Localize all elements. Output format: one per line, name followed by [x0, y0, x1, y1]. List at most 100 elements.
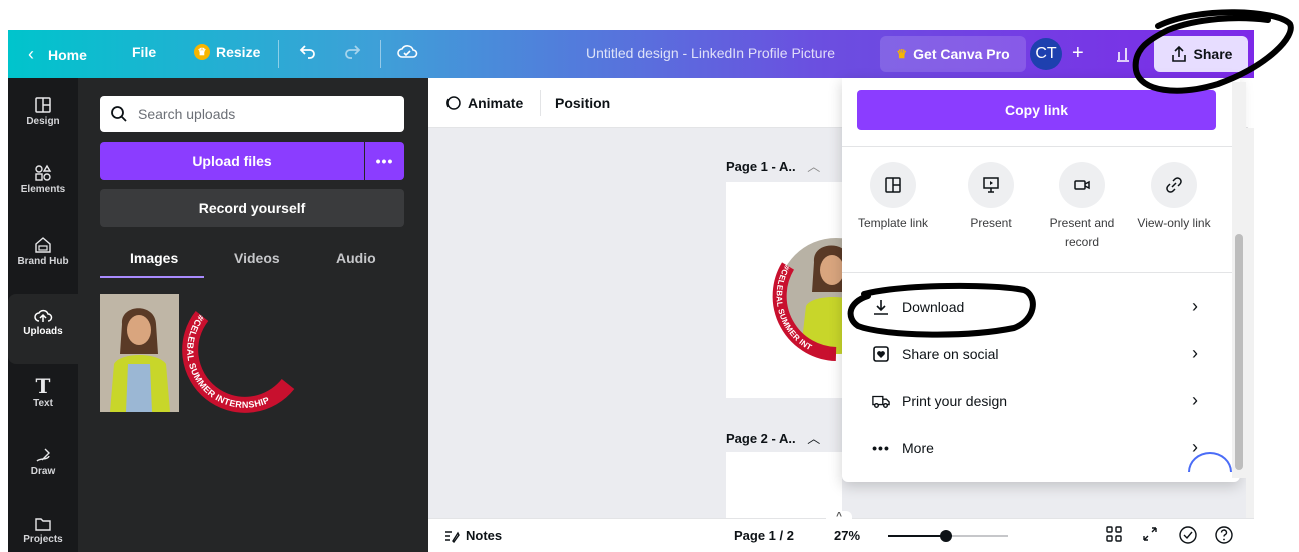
redo-button[interactable]	[342, 41, 362, 61]
zoom-slider-handle[interactable]	[940, 530, 953, 542]
fullscreen-button[interactable]	[1142, 526, 1158, 545]
rail-item-draw[interactable]: Draw	[8, 446, 78, 477]
cloud-upload-icon	[34, 309, 53, 322]
share-button[interactable]: Share	[1154, 36, 1248, 72]
option-label: Present and record	[1049, 216, 1115, 249]
search-input[interactable]	[138, 106, 378, 122]
page-2-title-text: Page 2 - A..	[726, 431, 796, 446]
avatar-initials: CT	[1035, 45, 1057, 62]
print-your-design-option[interactable]: Print your design ›	[872, 386, 1212, 416]
record-yourself-button[interactable]: Record yourself	[100, 189, 404, 227]
zoom-value[interactable]: 27%	[834, 528, 860, 543]
layout-icon	[35, 97, 51, 113]
resize-button[interactable]: ♛ Resize	[194, 44, 260, 60]
check-button[interactable]	[1178, 525, 1198, 548]
canvas-area: Animate Position Page 1 - A.. ︿ #CELEBAL…	[428, 78, 1248, 552]
view-only-link-option[interactable]: View-only link	[1127, 162, 1221, 233]
download-option[interactable]: Download ›	[872, 292, 1212, 322]
analytics-button[interactable]	[1116, 44, 1130, 62]
page-1-title-text: Page 1 - A..	[726, 159, 796, 174]
dots-icon: •••	[375, 153, 394, 169]
chevron-up-icon[interactable]: ︿	[807, 159, 820, 174]
file-menu[interactable]: File	[132, 44, 156, 60]
position-button[interactable]: Position	[555, 95, 610, 111]
rail-item-uploads[interactable]: Uploads	[8, 294, 78, 364]
tab-images[interactable]: Images	[130, 250, 178, 266]
grid-icon	[1106, 526, 1122, 542]
divider	[278, 40, 279, 68]
row-label: Share on social	[902, 346, 999, 362]
canvas-scrollbar[interactable]	[1246, 128, 1254, 518]
rail-label: Projects	[23, 534, 63, 545]
notes-icon	[445, 530, 460, 543]
rail-label: Draw	[30, 466, 56, 477]
share-on-social-option[interactable]: Share on social ›	[872, 339, 1212, 369]
notes-button[interactable]: Notes	[444, 528, 502, 543]
position-label: Position	[555, 95, 611, 111]
more-option[interactable]: ••• More ›	[872, 433, 1212, 463]
zoom-label: 27%	[834, 528, 861, 543]
help-button[interactable]	[1214, 525, 1234, 548]
row-label: More	[902, 440, 934, 456]
uploads-panel: Upload files ••• Record yourself Images …	[78, 78, 440, 552]
zoom-slider[interactable]	[888, 530, 1008, 542]
upload-more-button[interactable]: •••	[365, 142, 404, 180]
copy-link-button[interactable]: Copy link	[857, 90, 1216, 130]
text-icon: T	[35, 374, 51, 398]
present-option[interactable]: Present	[944, 162, 1038, 233]
home-button[interactable]: ‹ Home	[28, 44, 87, 65]
page-indicator-text: Page 1 / 2	[734, 528, 794, 543]
left-rail: Design Elements Brand Hub Uploads T Text…	[8, 78, 78, 552]
tab-label: Images	[130, 250, 179, 266]
add-collaborator-button[interactable]: +	[1072, 42, 1084, 65]
option-label: View-only link	[1137, 216, 1211, 230]
bar-chart-icon	[1117, 48, 1129, 62]
upload-files-button[interactable]: Upload files	[100, 142, 364, 180]
link-icon	[1151, 162, 1197, 208]
scrollbar-thumb[interactable]	[1235, 234, 1243, 470]
document-title[interactable]: Untitled design - LinkedIn Profile Pictu…	[586, 45, 835, 61]
rail-item-design[interactable]: Design	[8, 96, 78, 127]
search-box[interactable]	[100, 96, 404, 132]
cloud-save-status[interactable]	[396, 41, 418, 61]
rail-item-elements[interactable]: Elements	[8, 164, 78, 195]
file-label: File	[132, 44, 157, 60]
uploaded-image-photo[interactable]	[100, 294, 179, 412]
page-1-title[interactable]: Page 1 - A.. ︿	[726, 156, 820, 175]
avatar[interactable]: CT	[1030, 38, 1062, 70]
heart-icon	[872, 345, 890, 363]
rail-label: Design	[26, 116, 60, 127]
chevron-up-icon[interactable]: ︿	[807, 431, 820, 446]
uploaded-image-arc[interactable]: #CELEBAL SUMMER INTERNSHIP	[180, 294, 300, 414]
divider	[380, 40, 381, 68]
page-1-canvas[interactable]: #CELEBAL SUMMER INT	[726, 182, 894, 398]
share-menu-scrollbar[interactable]	[1232, 82, 1246, 478]
chevron-right-icon: ›	[1192, 343, 1198, 363]
tab-videos[interactable]: Videos	[234, 250, 280, 266]
tab-audio[interactable]: Audio	[336, 250, 376, 266]
undo-button[interactable]	[298, 41, 318, 61]
divider	[842, 146, 1232, 147]
tab-label: Audio	[336, 250, 376, 266]
page-indicator[interactable]: Page 1 / 2	[734, 528, 794, 543]
row-label: Print your design	[902, 393, 1008, 409]
notes-label: Notes	[466, 528, 503, 543]
rail-item-text[interactable]: T Text	[8, 376, 78, 409]
crown-icon: ♛	[194, 44, 210, 60]
grid-view-button[interactable]	[1106, 526, 1122, 545]
present-and-record-option[interactable]: Present and record	[1035, 162, 1129, 252]
page-2-title[interactable]: Page 2 - A.. ︿	[726, 428, 820, 447]
draw-icon	[36, 448, 50, 462]
rail-item-projects[interactable]: Projects	[8, 516, 78, 545]
template-link-option[interactable]: Template link	[846, 162, 940, 233]
animate-button[interactable]: Animate	[444, 94, 523, 112]
get-canva-pro-button[interactable]: ♛ Get Canva Pro	[880, 36, 1026, 72]
plus-icon: +	[1072, 42, 1084, 64]
show-pages-toggle[interactable]: ^	[826, 511, 852, 525]
animate-icon	[446, 96, 461, 110]
canva-editor: ‹ Home File ♛ Resize Untitled design - L…	[0, 0, 1299, 552]
animate-label: Animate	[468, 95, 524, 111]
rail-item-brand-hub[interactable]: Brand Hub	[8, 236, 78, 267]
resize-label: Resize	[216, 44, 261, 60]
get-canva-pro-label: Get Canva Pro	[913, 46, 1010, 62]
